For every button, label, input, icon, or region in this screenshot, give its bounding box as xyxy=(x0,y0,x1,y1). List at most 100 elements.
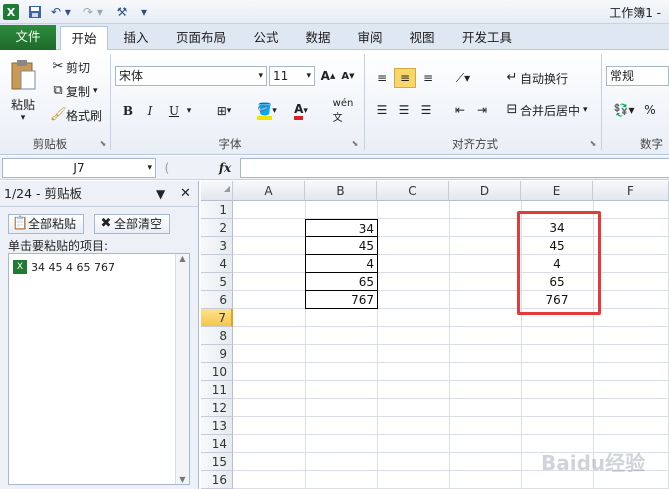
save-icon[interactable] xyxy=(26,3,44,21)
cell-b4[interactable]: 4 xyxy=(305,255,378,273)
clear-all-button[interactable]: ✖ 全部清空 xyxy=(94,214,170,234)
pane-options-icon[interactable]: ▼ xyxy=(156,181,165,207)
highlight-annotation xyxy=(517,211,601,315)
tab-file[interactable]: 文件 xyxy=(0,25,56,50)
increase-indent-icon[interactable]: ⇥ xyxy=(472,100,492,120)
excel-app-icon[interactable]: X xyxy=(3,4,19,20)
tab-review[interactable]: 审阅 xyxy=(350,26,390,50)
font-group-label: 字体 xyxy=(218,137,242,151)
number-format-select[interactable]: 常规 xyxy=(606,66,669,86)
column-header[interactable]: E xyxy=(521,181,593,201)
tab-page-layout[interactable]: 页面布局 xyxy=(168,26,234,50)
row-header[interactable]: 5 xyxy=(201,273,233,291)
column-header[interactable]: D xyxy=(449,181,521,201)
redo-icon[interactable]: ↷ ▾ xyxy=(80,3,106,21)
tab-view[interactable]: 视图 xyxy=(402,26,442,50)
font-size-select[interactable]: 11 ▾ xyxy=(269,66,315,86)
cell-b5[interactable]: 65 xyxy=(305,273,378,291)
formula-bar-resize-handle[interactable]: ( xyxy=(160,160,174,176)
copy-button[interactable]: ⧉ 复制 ▾ xyxy=(50,82,98,100)
tab-data[interactable]: 数据 xyxy=(298,26,338,50)
column-header[interactable]: F xyxy=(593,181,669,201)
clipboard-item-list: X 34 45 4 65 767 ▲ ▼ xyxy=(8,253,190,485)
accounting-format-icon[interactable]: 💱▾ xyxy=(610,100,638,120)
row-header[interactable]: 15 xyxy=(201,453,233,471)
name-box[interactable]: J7 ▾ xyxy=(2,158,156,178)
decrease-indent-icon[interactable]: ⇤ xyxy=(450,100,470,120)
font-name-select[interactable]: 宋体 ▾ xyxy=(115,66,267,86)
align-left-icon[interactable]: ☰ xyxy=(372,100,392,120)
column-header[interactable]: B xyxy=(305,181,377,201)
merge-center-button[interactable]: ⊟ 合并后居中 ▾ xyxy=(504,100,588,120)
clipboard-item[interactable]: X 34 45 4 65 767 xyxy=(13,260,115,274)
insert-function-button[interactable]: fx xyxy=(214,159,236,177)
gridline xyxy=(233,344,669,345)
italic-button[interactable]: I xyxy=(142,102,158,120)
font-dialog-launcher-icon[interactable]: ⬊ xyxy=(350,137,360,149)
column-header[interactable]: C xyxy=(377,181,449,201)
format-painter-button[interactable]: 🖌 格式刷 xyxy=(50,106,102,124)
row-header[interactable]: 13 xyxy=(201,417,233,435)
undo-icon[interactable]: ↶ ▾ xyxy=(48,3,74,21)
tab-developer[interactable]: 开发工具 xyxy=(454,26,520,50)
row-header[interactable]: 14 xyxy=(201,435,233,453)
align-center-icon[interactable]: ☰ xyxy=(394,100,414,120)
customize-quick-access-icon[interactable]: ▾ xyxy=(138,3,150,21)
paste-button[interactable]: 粘贴 xyxy=(6,96,40,112)
clipboard-dialog-launcher-icon[interactable]: ⬊ xyxy=(98,137,108,149)
cell-b2[interactable]: 34 xyxy=(305,219,378,237)
percent-button[interactable]: % xyxy=(642,100,658,120)
wrap-text-button[interactable]: ↵ 自动换行 xyxy=(504,68,568,88)
align-middle-icon[interactable]: ≡ xyxy=(394,68,416,88)
phonetic-guide-icon[interactable]: wén 文 xyxy=(328,98,358,124)
chevron-down-icon: ▾ xyxy=(226,106,232,116)
row-header[interactable]: 11 xyxy=(201,381,233,399)
close-icon[interactable]: ✕ xyxy=(180,181,191,207)
select-all-corner[interactable]: ◢ xyxy=(201,181,233,201)
align-bottom-icon[interactable]: ≡ xyxy=(418,68,438,88)
formula-input[interactable] xyxy=(240,158,669,178)
copy-icon: ⧉ xyxy=(53,83,63,98)
row-header[interactable]: 8 xyxy=(201,327,233,345)
scroll-down-icon[interactable]: ▼ xyxy=(176,475,189,484)
copy-dropdown-icon: ▾ xyxy=(93,86,98,96)
tab-home[interactable]: 开始 xyxy=(60,26,108,51)
align-right-icon[interactable]: ☰ xyxy=(416,100,436,120)
row-header[interactable]: 4 xyxy=(201,255,233,273)
worksheet-grid[interactable]: ◢ A B C D E F 1 2 3 4 5 6 7 8 9 10 11 12 13 14 15 16 34… xyxy=(201,181,669,489)
row-header[interactable]: 12 xyxy=(201,399,233,417)
row-header[interactable]: 3 xyxy=(201,237,233,255)
cell-b3[interactable]: 45 xyxy=(305,237,378,255)
orientation-icon[interactable]: ⟋▾ xyxy=(450,68,476,88)
underline-button[interactable]: U xyxy=(166,102,182,120)
fill-color-button[interactable]: 🪣 ▾ xyxy=(252,100,282,122)
align-top-icon[interactable]: ≡ xyxy=(372,68,392,88)
paste-dropdown-icon[interactable]: ▾ xyxy=(16,112,30,124)
column-header[interactable]: A xyxy=(233,181,305,201)
row-header[interactable]: 16 xyxy=(201,471,233,489)
alignment-dialog-launcher-icon[interactable]: ⬊ xyxy=(588,137,598,149)
pane-scrollbar[interactable]: ▲ ▼ xyxy=(175,254,189,484)
border-button[interactable]: ⊞ ▾ xyxy=(210,102,238,120)
paste-icon[interactable] xyxy=(8,56,38,96)
row-header[interactable]: 2 xyxy=(201,219,233,237)
row-header[interactable]: 10 xyxy=(201,363,233,381)
tools-icon[interactable]: ⚒ xyxy=(112,3,132,21)
scroll-up-icon[interactable]: ▲ xyxy=(176,254,189,263)
row-header[interactable]: 1 xyxy=(201,201,233,219)
gridline xyxy=(233,326,669,327)
cut-button[interactable]: ✂ 剪切 xyxy=(50,58,90,76)
underline-dropdown-icon[interactable]: ▾ xyxy=(184,102,194,120)
row-header[interactable]: 7 xyxy=(201,309,233,327)
bold-button[interactable]: B xyxy=(120,102,136,120)
grow-font-icon[interactable]: A ▲ xyxy=(320,66,336,86)
row-header[interactable]: 9 xyxy=(201,345,233,363)
font-color-button[interactable]: A ▾ xyxy=(286,100,316,122)
paste-all-button[interactable]: 📋 全部粘贴 xyxy=(8,214,84,234)
format-painter-label: 格式刷 xyxy=(66,108,103,123)
tab-insert[interactable]: 插入 xyxy=(116,26,156,50)
shrink-font-icon[interactable]: A ▼ xyxy=(340,66,356,86)
row-header[interactable]: 6 xyxy=(201,291,233,309)
cell-b6[interactable]: 767 xyxy=(305,291,378,309)
tab-formulas[interactable]: 公式 xyxy=(246,26,286,50)
